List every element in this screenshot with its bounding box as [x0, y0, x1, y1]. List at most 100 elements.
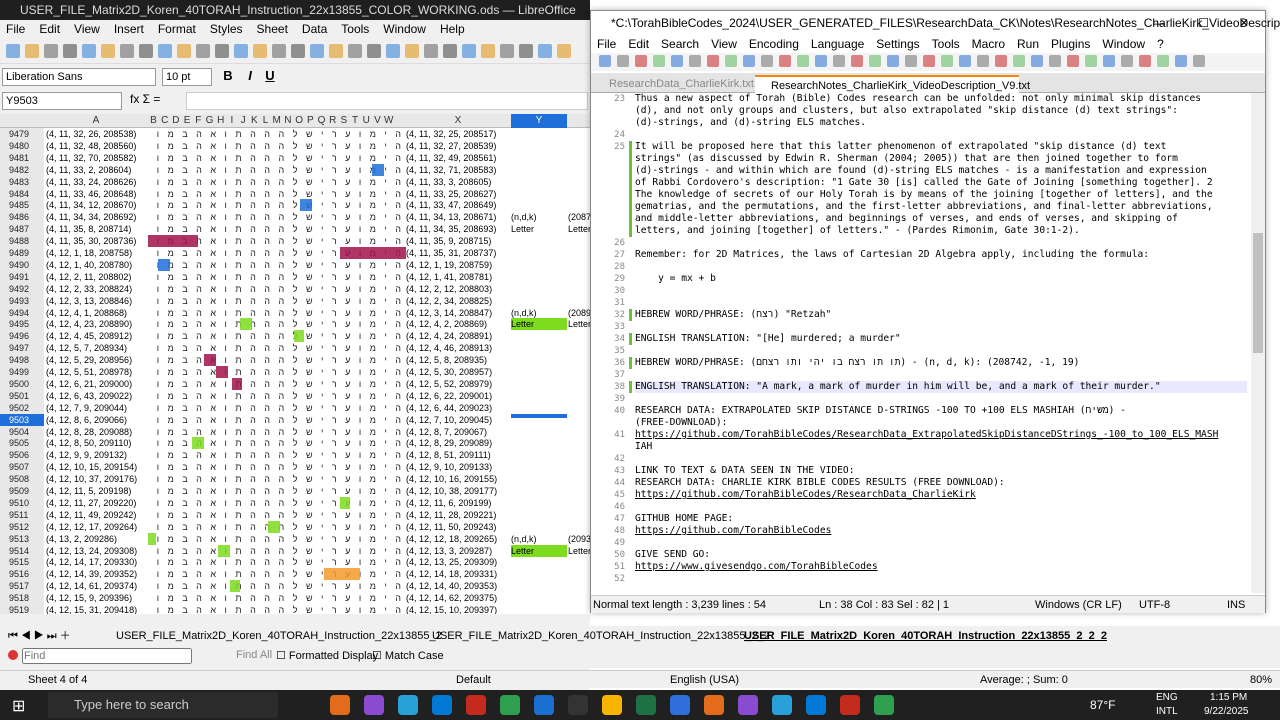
menu-insert[interactable]: Insert — [114, 20, 144, 38]
hebrew-cells[interactable]: ה י מ ו ע ר י ש ל ה ה ה ת ו א ה ב מ ו נ … — [148, 556, 404, 568]
hyperlink[interactable]: https://www.givesendgo.com/TorahBibleCod… — [635, 561, 1247, 573]
toolbar-icon[interactable] — [462, 44, 476, 58]
row-number[interactable]: 9491 — [0, 270, 44, 283]
hebrew-cells[interactable]: ה י מ ו ע ר י ש ל ה ה ה ת ו א ה ב מ ו נ … — [148, 533, 404, 545]
toolbar-icon[interactable] — [291, 44, 305, 58]
column-header-V[interactable]: V — [372, 114, 383, 128]
hyperlink[interactable]: https://github.com/TorahBibleCodes/Resea… — [635, 429, 1247, 441]
row-number[interactable]: 9507 — [0, 461, 44, 474]
hebrew-cells[interactable]: ה י מ ו ע ר י ש ל ה ה ה ת ו א ה ב מ ו נ … — [148, 449, 404, 461]
toolbar-icon[interactable] — [139, 44, 153, 58]
column-header-Y[interactable]: Y — [511, 114, 567, 128]
toolbar-icon[interactable] — [1157, 55, 1169, 67]
toolbar-icon[interactable] — [725, 55, 737, 67]
cell-a[interactable]: (4, 12, 6, 21, 209000) — [46, 378, 146, 390]
cell-a[interactable]: (4, 12, 15, 9, 209396) — [46, 592, 146, 604]
find-all-button[interactable]: Find All — [236, 649, 272, 661]
menu-settings[interactable]: Settings — [876, 35, 919, 53]
toolbar-icon[interactable] — [1031, 55, 1043, 67]
row-number[interactable]: 9484 — [0, 187, 44, 200]
hebrew-cells[interactable]: ה י מ ו ע ר י ש ל ה ה ה ת ו א ה ב מ ו נ … — [148, 199, 404, 211]
column-header-L[interactable]: L — [260, 114, 271, 128]
cell-x[interactable]: (4, 12, 8, 29, 209089) — [406, 437, 510, 449]
cell-x[interactable]: (4, 12, 11, 28, 209221) — [406, 509, 510, 521]
hebrew-cells[interactable]: ה י מ ו ע ר י ש ל ה ה ה ת ו א ה ב מ ו נ … — [148, 188, 404, 200]
row-number[interactable]: 9497 — [0, 342, 44, 355]
hebrew-cells[interactable]: ה י מ ו ע ר י ש ל ה ה ה ת ו א ה ב מ ו נ … — [148, 485, 404, 497]
cell-x[interactable]: (4, 12, 6, 22, 209001) — [406, 390, 510, 402]
cell-z[interactable]: Letter — [568, 223, 590, 235]
taskbar-app-icon[interactable] — [330, 695, 350, 715]
menu-help[interactable]: Help — [440, 20, 465, 38]
taskbar-app-icon[interactable] — [738, 695, 758, 715]
cell-a[interactable]: (4, 12, 8, 28, 209088) — [46, 426, 146, 438]
toolbar-icon[interactable] — [386, 44, 400, 58]
cell-x[interactable]: (4, 11, 35, 31, 208737) — [406, 247, 510, 259]
row-number[interactable]: 9518 — [0, 592, 44, 605]
toolbar-icon[interactable] — [424, 44, 438, 58]
cell-a[interactable]: (4, 11, 33, 46, 208648) — [46, 188, 146, 200]
cell-x[interactable]: (4, 12, 14, 18, 209331) — [406, 568, 510, 580]
cell-a[interactable]: (4, 12, 5, 29, 208956) — [46, 354, 146, 366]
hebrew-cells[interactable]: ה י מ ו ע ר י ש ל ה ה ה ת ו א ה ב מ ו נ … — [148, 378, 404, 390]
font-name-box[interactable]: Liberation Sans — [2, 68, 156, 86]
toolbar-icon[interactable] — [101, 44, 115, 58]
column-header-C[interactable]: C — [159, 114, 170, 128]
toolbar-icon[interactable] — [481, 44, 495, 58]
taskbar-app-icon[interactable] — [432, 695, 452, 715]
windows-start-icon[interactable]: ⊞ — [12, 696, 25, 716]
cell-x[interactable]: (4, 11, 32, 49, 208561) — [406, 152, 510, 164]
toolbar-icon[interactable] — [707, 55, 719, 67]
row-number[interactable]: 9493 — [0, 294, 44, 307]
tab-research-notes[interactable]: ResearchNotes_CharlieKirk_VideoDescripti… — [755, 75, 1030, 110]
toolbar-icon[interactable] — [405, 44, 419, 58]
column-header-J[interactable]: J — [238, 114, 249, 128]
toolbar-icon[interactable] — [500, 44, 514, 58]
clock-time[interactable]: 1:15 PM — [1210, 692, 1247, 703]
cell-x[interactable]: (4, 12, 11, 50, 209243) — [406, 521, 510, 533]
menu-file[interactable]: File — [597, 35, 616, 53]
toolbar-icon[interactable] — [653, 55, 665, 67]
hebrew-cells[interactable]: ה י מ ו ע ר י ש ל ה ה ה ת ו א ה ב מ ו נ … — [148, 461, 404, 473]
row-number[interactable]: 9503 — [0, 413, 44, 426]
menu-run[interactable]: Run — [1017, 35, 1039, 53]
row-number[interactable]: 9500 — [0, 377, 44, 390]
row-number[interactable]: 9512 — [0, 520, 44, 533]
menu-language[interactable]: Language — [811, 35, 864, 53]
toolbar-icon[interactable] — [557, 44, 571, 58]
menu-file[interactable]: File — [6, 20, 25, 38]
column-header-W[interactable]: W — [383, 114, 394, 128]
function-wizard-icon[interactable]: fx Σ = — [130, 92, 160, 106]
taskbar-app-icon[interactable] — [398, 695, 418, 715]
toolbar-icon[interactable] — [443, 44, 457, 58]
row-number[interactable]: 9480 — [0, 139, 44, 152]
toolbar-icon[interactable] — [215, 44, 229, 58]
cell-a[interactable]: (4, 11, 32, 48, 208560) — [46, 140, 146, 152]
row-number[interactable]: 9479 — [0, 128, 44, 140]
cell-y[interactable]: (n,d,k) — [511, 533, 567, 545]
name-box[interactable]: Y9503 — [2, 92, 122, 110]
hyperlink[interactable]: https://github.com/TorahBibleCodes — [635, 525, 1247, 537]
cell-a[interactable]: (4, 12, 11, 49, 209242) — [46, 509, 146, 521]
cell-a[interactable]: (4, 11, 34, 34, 208692) — [46, 211, 146, 223]
toolbar-icon[interactable] — [941, 55, 953, 67]
cell-x[interactable]: (4, 11, 35, 9, 208715) — [406, 235, 510, 247]
hebrew-cells[interactable]: ה י מ ו ע ר י ש ל ה ה ה ת ו א ה ב מ ו נ … — [148, 211, 404, 223]
toolbar-icon[interactable] — [367, 44, 381, 58]
cell-x[interactable]: (4, 12, 4, 2, 208869) — [406, 318, 510, 330]
menu-tools[interactable]: Tools — [932, 35, 960, 53]
hebrew-cells[interactable]: ה י מ ו ע ר י ש ל ה ה ה ת ו א ה ב מ ו נ … — [148, 414, 404, 426]
toolbar-icon[interactable] — [761, 55, 773, 67]
toolbar-icon[interactable] — [310, 44, 324, 58]
hebrew-cells[interactable]: ה י מ ו ע ר י ש ל ה ה ה ת ו א ה ב מ ו נ … — [148, 402, 404, 414]
taskbar-app-icon[interactable] — [840, 695, 860, 715]
row-number[interactable]: 9501 — [0, 389, 44, 402]
spreadsheet-grid[interactable]: 9479 (4, 11, 32, 26, 208538) ה י מ ו ע ר י… — [0, 128, 590, 614]
bold-button[interactable]: B — [220, 68, 236, 83]
cell-x[interactable]: (4, 11, 33, 47, 208649) — [406, 199, 510, 211]
cell-y[interactable]: Letter — [511, 318, 567, 331]
column-header-X[interactable]: X — [406, 114, 510, 128]
toolbar-icon[interactable] — [599, 55, 611, 67]
row-number[interactable]: 9481 — [0, 151, 44, 164]
toolbar-icon[interactable] — [1085, 55, 1097, 67]
